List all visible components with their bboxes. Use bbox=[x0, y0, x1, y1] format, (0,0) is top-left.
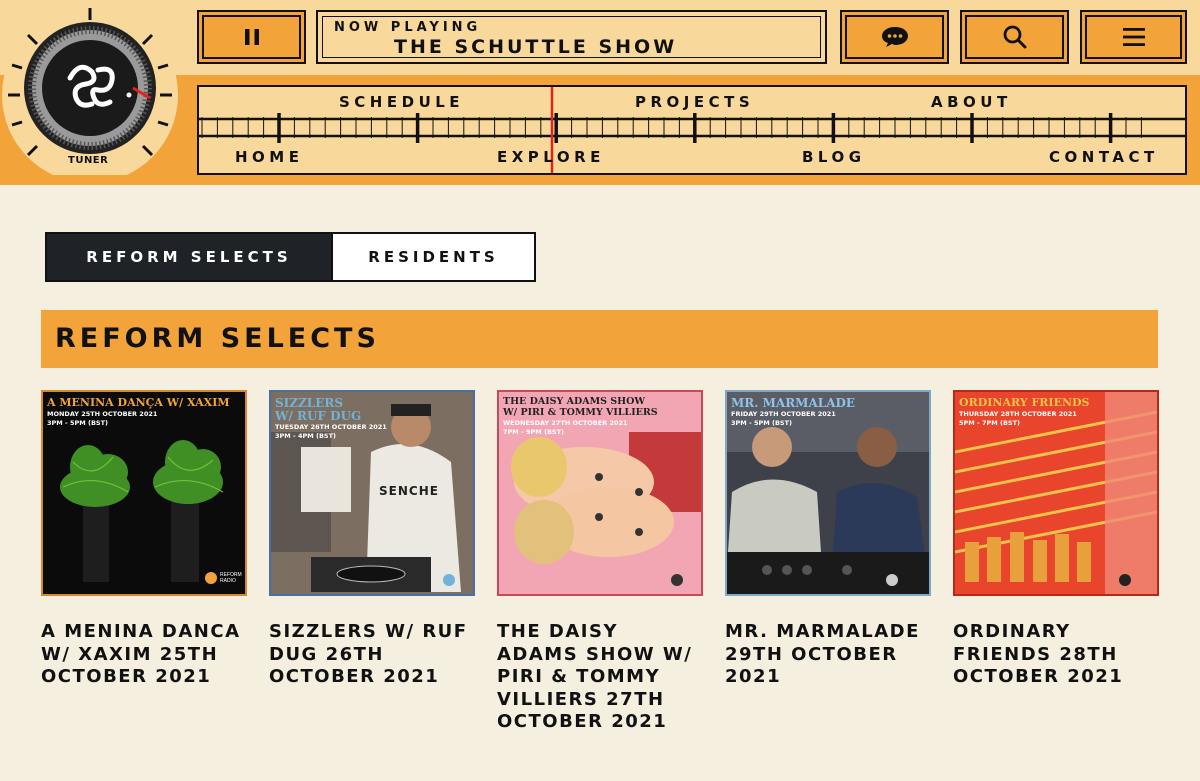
show-title[interactable]: ORDINARY FRIENDS 28TH OCTOBER 2021 bbox=[953, 621, 1159, 689]
artwork-heading-line2: W/ PIRI & TOMMY VILLIERS bbox=[503, 407, 658, 418]
tab-residents[interactable]: RESIDENTS bbox=[331, 232, 536, 282]
now-playing-panel[interactable]: NOW PLAYING THE SCHUTTLE SHOW bbox=[316, 10, 827, 64]
artwork-heading: ORDINARY FRIENDS bbox=[959, 396, 1090, 409]
now-playing-title: THE SCHUTTLE SHOW bbox=[394, 36, 678, 58]
artwork-heading: MR. MARMALADE bbox=[731, 396, 856, 410]
show-title[interactable]: A MENINA DANCA W/ XAXIM 25TH OCTOBER 202… bbox=[41, 621, 247, 689]
svg-text:RADIO: RADIO bbox=[220, 578, 236, 584]
menu-icon bbox=[1122, 28, 1145, 46]
tuner-dial-graphic bbox=[2, 7, 178, 183]
artwork-time: 3PM - 5PM (BST) bbox=[731, 419, 793, 427]
artwork-date: TUESDAY 26TH OCTOBER 2021 bbox=[275, 423, 387, 431]
nav-home[interactable]: HOME bbox=[235, 148, 303, 166]
show-card[interactable]: A MENINA DANÇA W/ XAXIM MONDAY 25TH OCTO… bbox=[41, 390, 247, 689]
menu-button[interactable] bbox=[1080, 10, 1187, 64]
show-title[interactable]: MR. MARMALADE 29TH OCTOBER 2021 bbox=[725, 621, 931, 689]
artwork-heading: THE DAISY ADAMS SHOW bbox=[503, 396, 646, 407]
show-artwork[interactable]: ORDINARY FRIENDS THURSDAY 28TH OCTOBER 2… bbox=[953, 390, 1159, 596]
nav-contact[interactable]: CONTACT bbox=[1049, 148, 1159, 166]
show-card[interactable]: THE DAISY ADAMS SHOW W/ PIRI & TOMMY VIL… bbox=[497, 390, 703, 734]
show-artwork[interactable]: THE DAISY ADAMS SHOW W/ PIRI & TOMMY VIL… bbox=[497, 390, 703, 596]
nav-projects[interactable]: PROJECTS bbox=[635, 93, 754, 111]
show-title[interactable]: THE DAISY ADAMS SHOW W/ PIRI & TOMMY VIL… bbox=[497, 621, 703, 734]
artwork-heading: SIZZLERS bbox=[275, 396, 344, 410]
tuner-knob[interactable]: TUNER bbox=[0, 0, 185, 183]
chat-button[interactable] bbox=[840, 10, 949, 64]
search-button[interactable] bbox=[960, 10, 1069, 64]
nav-about[interactable]: ABOUT bbox=[931, 93, 1012, 111]
artwork-date: THURSDAY 28TH OCTOBER 2021 bbox=[959, 410, 1077, 418]
artwork-time: 7PM - 9PM (BST) bbox=[503, 428, 565, 436]
tuner-label: TUNER bbox=[68, 155, 109, 166]
artwork-date: WEDNESDAY 27TH OCTOBER 2021 bbox=[503, 419, 628, 427]
dial-navigation: SCHEDULE PROJECTS ABOUT HOME EXPLORE BLO… bbox=[197, 85, 1187, 175]
section-header: REFORM SELECTS bbox=[41, 310, 1158, 368]
show-card[interactable]: MR. MARMALADE FRIDAY 29TH OCTOBER 2021 3… bbox=[725, 390, 931, 689]
now-playing-label: NOW PLAYING bbox=[334, 20, 482, 35]
nav-blog[interactable]: BLOG bbox=[802, 148, 866, 166]
section-title: REFORM SELECTS bbox=[55, 323, 380, 354]
artwork-heading-line2: W/ RUF DUG bbox=[275, 409, 362, 423]
show-card[interactable]: ORDINARY FRIENDS THURSDAY 28TH OCTOBER 2… bbox=[953, 390, 1159, 689]
search-icon bbox=[1003, 25, 1026, 49]
show-title[interactable]: SIZZLERS W/ RUF DUG 26TH OCTOBER 2021 bbox=[269, 621, 475, 689]
artwork-shirt-print: SENCHE bbox=[379, 484, 439, 498]
site-header: TUNER NOW PLAYING THE SCHUTTLE SHOW SCHE… bbox=[0, 0, 1200, 185]
show-artwork[interactable]: SIZZLERS W/ RUF DUG TUESDAY 26TH OCTOBER… bbox=[269, 390, 475, 596]
nav-explore[interactable]: EXPLORE bbox=[497, 148, 605, 166]
artwork-time: 3PM - 4PM (BST) bbox=[275, 432, 337, 440]
show-card[interactable]: SIZZLERS W/ RUF DUG TUESDAY 26TH OCTOBER… bbox=[269, 390, 475, 689]
pause-icon bbox=[244, 29, 259, 45]
fern-figures-image: REFORM RADIO bbox=[60, 440, 242, 584]
show-artwork[interactable]: A MENINA DANÇA W/ XAXIM MONDAY 25TH OCTO… bbox=[41, 390, 247, 596]
artwork-date: FRIDAY 29TH OCTOBER 2021 bbox=[731, 410, 836, 418]
tab-reform-selects[interactable]: REFORM SELECTS bbox=[45, 232, 333, 282]
pause-button[interactable] bbox=[197, 10, 306, 64]
chat-icon bbox=[881, 27, 908, 47]
artwork-time: 5PM - 7PM (BST) bbox=[959, 419, 1021, 427]
show-artwork[interactable]: MR. MARMALADE FRIDAY 29TH OCTOBER 2021 3… bbox=[725, 390, 931, 596]
nav-schedule[interactable]: SCHEDULE bbox=[339, 93, 464, 111]
